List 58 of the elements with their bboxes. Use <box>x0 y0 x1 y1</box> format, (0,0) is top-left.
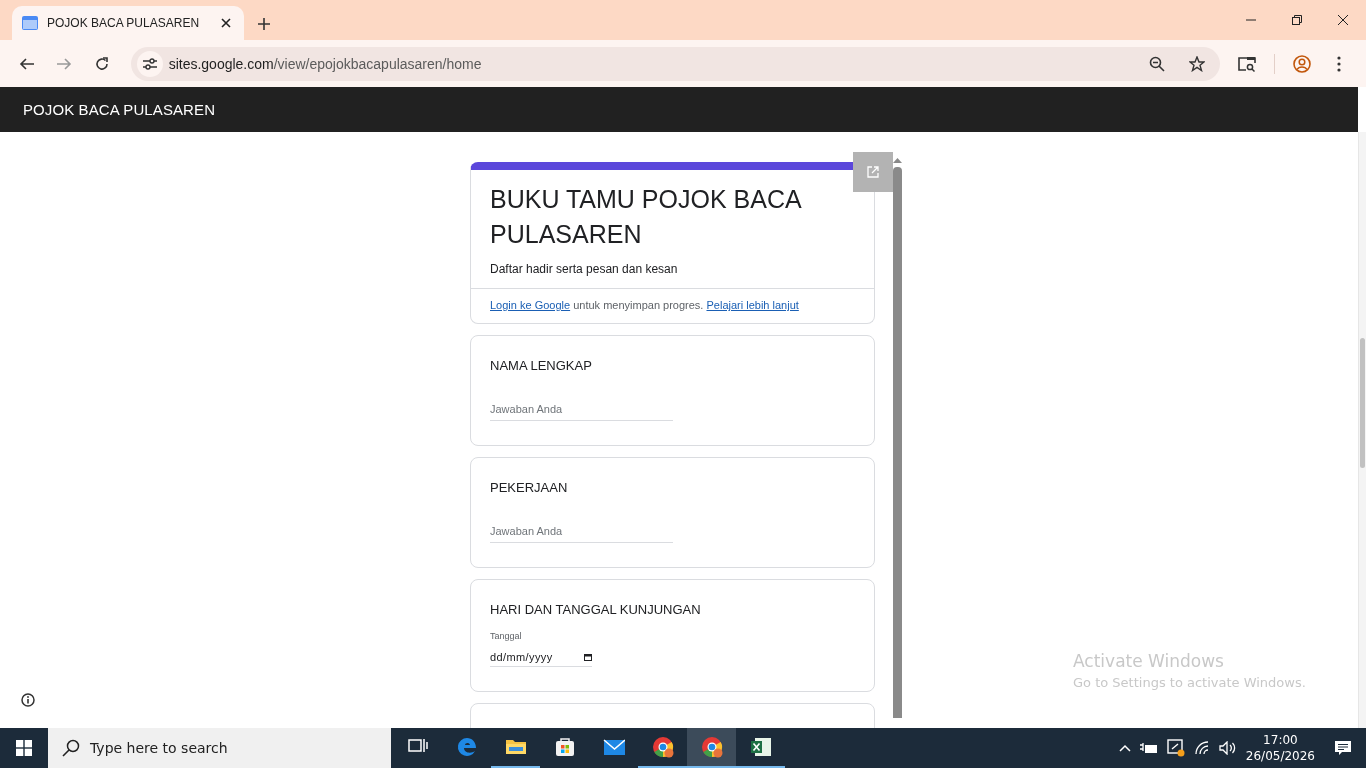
address-bar[interactable]: sites.google.com/view/epojokbacapulasaren/home <box>130 46 1221 81</box>
page-scrollbar[interactable] <box>1358 132 1366 728</box>
menu-icon <box>1337 55 1342 72</box>
battery-icon <box>1139 742 1158 754</box>
question-title: PEKERJAAN <box>490 480 569 495</box>
windows-icon <box>16 740 32 756</box>
site-settings-button[interactable] <box>136 50 163 77</box>
question-title: HARI DAN TANGGAL KUNJUNGAN <box>490 602 702 617</box>
close-icon <box>1338 15 1348 25</box>
date-field[interactable]: dd/mm/yyyy <box>490 651 592 667</box>
speaker-icon <box>1218 741 1237 755</box>
chevron-up-icon <box>1118 744 1131 752</box>
close-icon <box>221 18 231 28</box>
shopping-bag-icon <box>553 736 576 758</box>
notification-icon <box>1334 740 1352 756</box>
open-in-new-icon <box>867 166 879 178</box>
network-button[interactable] <box>1193 741 1210 755</box>
envelope-icon <box>602 736 625 758</box>
hidden-icons-button[interactable] <box>1118 744 1131 752</box>
monitor-icon <box>1166 739 1185 757</box>
zoom-out-icon <box>1149 55 1166 72</box>
battery-button[interactable] <box>1139 742 1158 754</box>
chrome-icon <box>700 736 723 758</box>
info-button[interactable] <box>21 693 35 707</box>
sites-icon <box>22 16 38 30</box>
taskbar-search-field[interactable]: Type here to search <box>48 728 391 768</box>
tune-icon <box>142 57 157 70</box>
edge-icon <box>455 736 478 758</box>
taskbar-app[interactable] <box>687 728 736 768</box>
question-title: NAMA LENGKAP <box>490 358 593 373</box>
field-label: Tanggal <box>490 631 523 641</box>
form-title: BUKU TAMU POJOK BACA PULASAREN <box>490 184 802 250</box>
form-description: Daftar hadir serta pesan dan kesan <box>490 262 679 276</box>
chrome-icon <box>651 736 674 758</box>
wifi-icon <box>1193 741 1210 755</box>
star-icon <box>1189 55 1206 72</box>
forward-arrow-icon <box>56 55 73 72</box>
calendar-icon <box>584 653 592 661</box>
info-icon <box>21 693 35 707</box>
taskbar-clock[interactable]: 17:00 26/05/2026 <box>1245 732 1315 764</box>
reload-icon <box>93 55 110 72</box>
site-title[interactable]: POJOK BACA PULASAREN <box>23 101 216 118</box>
restore-icon <box>1292 15 1302 25</box>
tray-app-button[interactable] <box>1166 739 1185 757</box>
account-icon <box>1292 54 1311 73</box>
login-notice: Login ke Google untuk menyimpan progres. Pelajari lebih lanjut <box>471 288 874 323</box>
scroll-up-icon <box>893 158 902 163</box>
spreadsheet-icon <box>749 736 772 758</box>
login-link[interactable]: Login ke Google <box>490 299 571 311</box>
learn-more-link[interactable]: Pelajari lebih lanjut <box>706 299 799 311</box>
embed-scrollbar[interactable] <box>893 158 902 718</box>
browser-tab[interactable]: POJOK BACA PULASAREN <box>12 6 244 40</box>
search-icon <box>62 739 80 757</box>
volume-button[interactable] <box>1218 741 1237 755</box>
url-text: sites.google.com/view/epojokbacapulasaren/home <box>168 55 483 72</box>
plus-icon <box>258 18 270 30</box>
window-search-icon <box>1238 55 1257 72</box>
back-arrow-icon <box>18 55 35 72</box>
